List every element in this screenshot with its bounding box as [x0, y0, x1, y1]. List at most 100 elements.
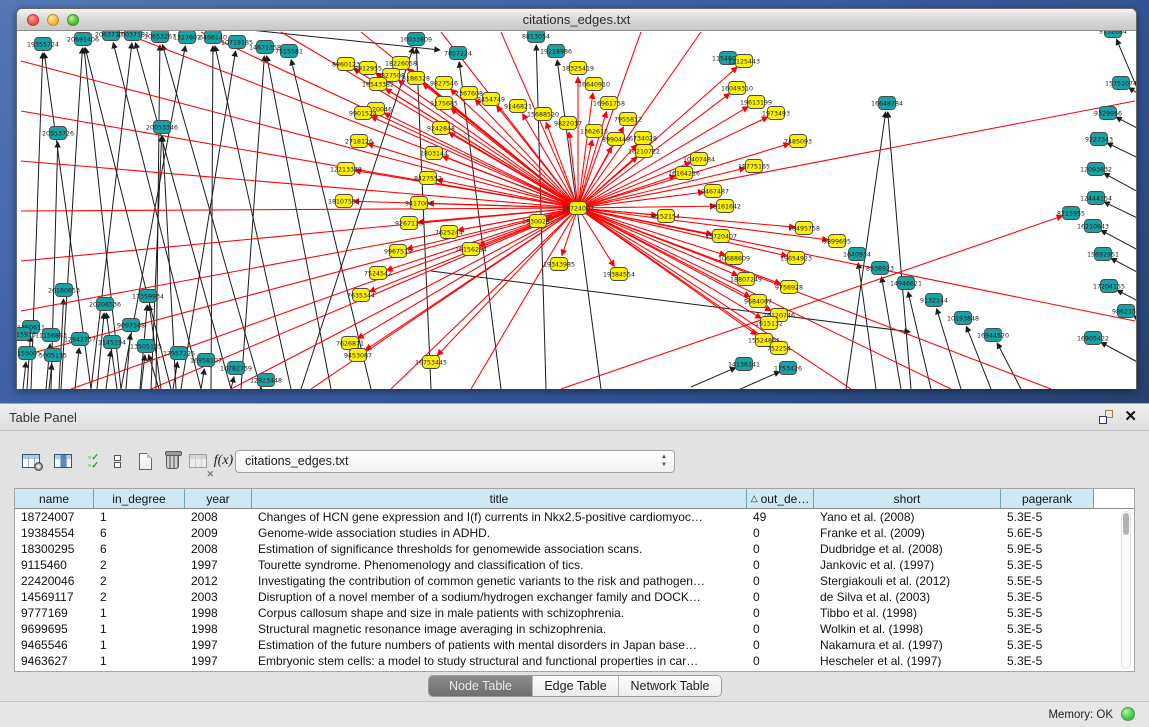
graph-edge-black[interactable]: [882, 277, 901, 389]
graph-edge-black[interactable]: [106, 351, 111, 389]
delete-table-icon[interactable]: [159, 447, 186, 475]
graph-edge-black[interactable]: [201, 369, 204, 389]
graph-edge-black[interactable]: [267, 56, 331, 389]
graph-edge-black[interactable]: [416, 48, 431, 389]
table-row[interactable]: 977716911998Corpus callosum shape and si…: [15, 605, 1134, 621]
graph-edge-black[interactable]: [113, 43, 201, 389]
delete-column-icon[interactable]: ✕: [184, 447, 211, 475]
memory-status-indicator[interactable]: [1121, 707, 1135, 721]
tab-edge-table[interactable]: Edge Table: [533, 676, 619, 696]
graph-edge-red[interactable]: [21, 61, 578, 208]
graph-edge-black[interactable]: [459, 62, 501, 389]
select-column-icon[interactable]: [49, 447, 76, 475]
graph-node-label: 7955812: [614, 116, 642, 123]
graph-node-label: 16961758: [593, 100, 625, 107]
table-row[interactable]: 911546021997Tourette syndrome. Phenomeno…: [15, 557, 1134, 573]
graph-edge-black[interactable]: [1134, 316, 1136, 371]
network-graph-canvas[interactable]: 1935572420691406206371032003718110653267…: [17, 31, 1136, 389]
column-header-name[interactable]: name: [15, 489, 94, 508]
graph-edge-black[interactable]: [888, 112, 911, 389]
table-row[interactable]: 2242004622012Investigating the contribut…: [15, 573, 1134, 589]
column-header-title[interactable]: title: [252, 489, 747, 508]
graph-edge-red[interactable]: [578, 101, 1135, 208]
column-header-in_degree[interactable]: in_degree: [94, 489, 185, 508]
graph-node-label: 9417004: [405, 200, 433, 207]
table-vertical-scrollbar[interactable]: [1121, 511, 1131, 669]
graph-edge-black[interactable]: [211, 46, 213, 389]
graph-node-label: 10688609: [718, 255, 750, 262]
graph-edge-red[interactable]: [21, 208, 578, 211]
graph-edge-red[interactable]: [231, 208, 578, 389]
scrollbar-thumb[interactable]: [1123, 513, 1129, 535]
graph-edge-black[interactable]: [1129, 88, 1136, 141]
graph-edge-red[interactable]: [578, 208, 787, 256]
graph-node-label: 8990448: [602, 136, 630, 143]
graph-node-label: 9967519: [384, 248, 412, 255]
create-table-icon[interactable]: [132, 447, 159, 475]
graph-node-label: 9227343: [1085, 136, 1113, 143]
graph-node-label: 18325419: [562, 65, 594, 72]
graph-edge-red[interactable]: [578, 208, 1135, 321]
graph-node-label: 1145194: [98, 339, 126, 346]
graph-edge-black[interactable]: [75, 348, 79, 389]
graph-node-label: 7485093: [784, 138, 812, 145]
graph-edge-black[interactable]: [181, 51, 236, 389]
graph-edge-black[interactable]: [23, 362, 26, 389]
graph-edge-red[interactable]: [21, 161, 578, 208]
cell-short: Stergiakouli et al. (2012): [814, 573, 1001, 589]
graph-edge-black[interactable]: [1101, 342, 1136, 389]
tab-network-table[interactable]: Network Table: [619, 676, 721, 696]
graph-edge-red[interactable]: [368, 144, 578, 208]
change-table-mode-icon[interactable]: [104, 447, 131, 475]
table-row[interactable]: 1872400712008Changes of HCN gene express…: [15, 509, 1134, 525]
close-panel-icon[interactable]: ✕: [1124, 407, 1137, 427]
graph-edge-red[interactable]: [365, 208, 578, 350]
column-header-year[interactable]: year: [185, 489, 252, 508]
graph-edge-black[interactable]: [261, 388, 262, 389]
graph-edge-red[interactable]: [371, 117, 578, 208]
column-header-out_degree[interactable]: △out_de…: [747, 489, 814, 508]
table-settings-icon[interactable]: [17, 447, 44, 475]
table-row[interactable]: 1830029562008Estimation of significance …: [15, 541, 1134, 557]
cell-name: 9115460: [15, 557, 94, 573]
graph-node-label: 12942757: [64, 336, 96, 343]
graph-edge-black[interactable]: [736, 372, 780, 389]
cell-title: Changes of HCN gene expression and I(f) …: [252, 509, 747, 525]
network-window-titlebar[interactable]: citations_edges.txt: [17, 9, 1136, 31]
table-row[interactable]: 946554611997Estimation of the future num…: [15, 637, 1134, 653]
table-row[interactable]: 969969511998Structural magnetic resonanc…: [15, 621, 1134, 637]
graph-edge-red[interactable]: [471, 208, 578, 389]
graph-edge-red[interactable]: [479, 208, 578, 246]
column-header-short[interactable]: short: [814, 489, 1001, 508]
select-rows-icon[interactable]: ▫✓▫✓: [80, 447, 107, 475]
graph-edge-red[interactable]: [21, 208, 578, 356]
tab-node-table[interactable]: Node Table: [429, 676, 533, 696]
cell-out_degree: 0: [747, 557, 814, 573]
cell-in_degree: 1: [94, 637, 185, 653]
graph-edge-black[interactable]: [27, 336, 30, 389]
graph-node-label: 18807249: [730, 276, 762, 283]
graph-edge-black[interactable]: [691, 368, 736, 387]
graph-edge-black[interactable]: [59, 299, 64, 389]
table-row[interactable]: 1938455462009Genome-wide association stu…: [15, 525, 1134, 541]
graph-node-label: 7857224: [444, 50, 472, 57]
cell-in_degree: 6: [94, 525, 185, 541]
graph-node-label: 15692951: [1087, 251, 1119, 258]
table-row[interactable]: 946362711997Embryonic stem cells: a mode…: [15, 653, 1134, 669]
graph-node-label: 9822037: [554, 120, 582, 127]
table-panel-title: Table Panel: [9, 410, 77, 425]
graph-edge-black[interactable]: [557, 60, 601, 389]
cell-in_degree: 1: [94, 509, 185, 525]
graph-edge-black[interactable]: [241, 56, 264, 389]
graph-edge-red[interactable]: [578, 206, 716, 208]
graph-node-label: 9684067: [744, 298, 772, 305]
graph-node-label: 17204155: [1093, 283, 1125, 290]
graph-edge-red[interactable]: [201, 32, 578, 208]
column-header-pagerank[interactable]: pagerank: [1001, 489, 1094, 508]
table-row[interactable]: 1456911722003Disruption of a novel membe…: [15, 589, 1134, 605]
float-panel-icon[interactable]: [1099, 410, 1113, 424]
table-select-dropdown[interactable]: citations_edges.txt ▲▼: [235, 450, 675, 473]
function-builder-icon[interactable]: f(x): [210, 447, 237, 475]
graph-edge-black[interactable]: [997, 343, 1021, 389]
graph-edge-black[interactable]: [1116, 117, 1136, 166]
